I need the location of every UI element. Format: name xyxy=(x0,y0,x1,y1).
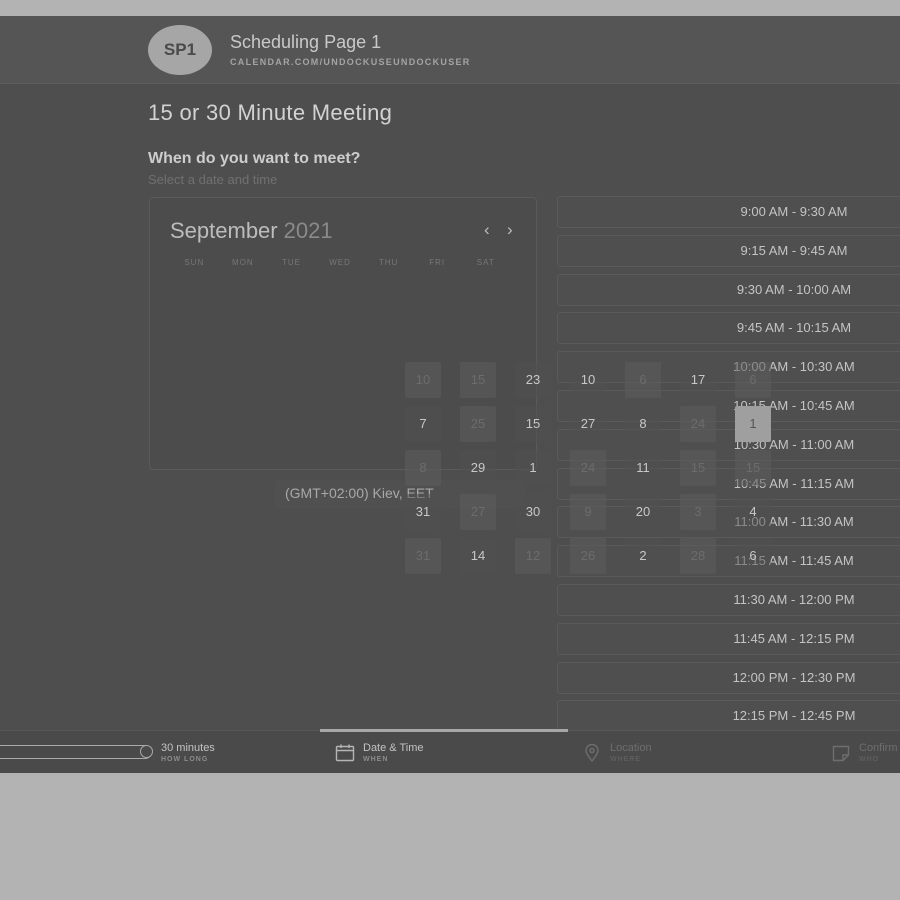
duration-slider-track[interactable] xyxy=(0,745,152,759)
calendar-day[interactable]: 28 xyxy=(680,538,716,574)
weekday-label: FRI xyxy=(429,258,446,267)
step-who[interactable]: Confirm WHO xyxy=(831,741,898,765)
step-sublabel: WHO xyxy=(859,756,880,763)
calendar-day[interactable]: 1 xyxy=(515,450,551,486)
calendar-icon xyxy=(335,744,355,762)
time-slot-button[interactable]: 12:00 PM - 12:30 PM xyxy=(557,661,900,694)
scheduling-app: SP1 Scheduling Page 1 CALENDAR.COM/UNDOC… xyxy=(0,16,900,773)
calendar-day[interactable]: 31 xyxy=(405,538,441,574)
calendar-day[interactable]: 24 xyxy=(570,450,606,486)
time-slot-button[interactable]: 9:00 AM - 9:30 AM xyxy=(557,196,900,228)
calendar-day[interactable]: 15 xyxy=(735,450,771,486)
calendar-day[interactable]: 23 xyxy=(515,362,551,398)
weekday-label: THU xyxy=(378,258,399,267)
calendar-day[interactable]: 6 xyxy=(735,362,771,398)
time-slot-button[interactable]: 9:15 AM - 9:45 AM xyxy=(557,234,900,267)
calendar-day[interactable]: 30 xyxy=(515,494,551,530)
calendar-day[interactable]: 14 xyxy=(460,538,496,574)
weekday-label: MON xyxy=(232,258,254,267)
chevron-left-icon[interactable]: ‹ xyxy=(484,220,490,240)
calendar-day[interactable]: 15 xyxy=(680,450,716,486)
calendar-day[interactable]: 11 xyxy=(625,450,661,486)
active-step-indicator xyxy=(320,729,568,732)
weekday-header: SUN MON TUE WED THU FRI SAT xyxy=(170,258,510,267)
step-label: 30 minutes xyxy=(161,742,215,754)
clock-icon[interactable] xyxy=(140,745,153,758)
calendar-day[interactable]: 3 xyxy=(680,494,716,530)
month-name: September xyxy=(170,218,278,243)
time-slot-button[interactable]: 12:15 PM - 12:45 PM xyxy=(557,700,900,733)
weekday-label: SUN xyxy=(184,258,205,267)
time-slot-button[interactable]: 9:45 AM - 10:15 AM xyxy=(557,312,900,345)
step-label: Confirm xyxy=(859,742,898,754)
calendar-day[interactable]: 25 xyxy=(460,406,496,442)
meeting-question: When do you want to meet? xyxy=(148,150,361,167)
calendar-day[interactable]: 12 xyxy=(515,538,551,574)
calendar-day[interactable]: 10 xyxy=(570,362,606,398)
step-label: Date & Time xyxy=(363,742,424,754)
step-when[interactable]: Date & Time WHEN xyxy=(335,741,424,765)
calendar-day[interactable]: 26 xyxy=(570,538,606,574)
calendar-day[interactable]: 6 xyxy=(625,362,661,398)
location-pin-icon xyxy=(585,743,599,763)
step-where[interactable]: Location WHERE xyxy=(582,741,652,765)
calendar-day[interactable]: 31 xyxy=(405,494,441,530)
calendar-day[interactable]: 6 xyxy=(735,538,771,574)
weekday-label: TUE xyxy=(281,258,301,267)
note-icon xyxy=(832,745,850,762)
step-bar: 30 minutes HOW LONG Date & Time WHEN Loc… xyxy=(0,729,900,773)
calendar-month-label: September 2021 xyxy=(170,218,333,244)
calendar-day[interactable]: 7 xyxy=(405,406,441,442)
page-header: SP1 Scheduling Page 1 CALENDAR.COM/UNDOC… xyxy=(0,16,900,84)
step-label: Location xyxy=(610,742,652,754)
calendar-day[interactable]: 8 xyxy=(625,406,661,442)
calendar-day[interactable]: 27 xyxy=(460,494,496,530)
meeting-hint: Select a date and time xyxy=(148,172,278,187)
weekday-label: WED xyxy=(329,258,351,267)
calendar-day[interactable]: 17 xyxy=(680,362,716,398)
calendar-day[interactable]: 29 xyxy=(460,450,496,486)
calendar-day[interactable]: 10 xyxy=(405,362,441,398)
time-slot-button[interactable]: 9:30 AM - 10:00 AM xyxy=(557,273,900,306)
calendar-day[interactable]: 9 xyxy=(570,494,606,530)
calendar-day[interactable]: 4 xyxy=(735,494,771,530)
calendar-day[interactable]: 24 xyxy=(680,406,716,442)
calendar-day[interactable]: 15 xyxy=(515,406,551,442)
time-slot-button[interactable]: 11:45 AM - 12:15 PM xyxy=(557,622,900,655)
step-sublabel: WHEN xyxy=(363,756,389,763)
step-sublabel: WHERE xyxy=(610,756,642,763)
calendar-day[interactable]: 15 xyxy=(460,362,496,398)
weekday-label: SAT xyxy=(476,258,495,267)
year-name: 2021 xyxy=(283,218,333,243)
step-sublabel: HOW LONG xyxy=(161,756,209,763)
calendar-day[interactable]: 2 xyxy=(625,538,661,574)
calendar-day[interactable]: 27 xyxy=(570,406,606,442)
step-how-long[interactable]: 30 minutes HOW LONG xyxy=(161,741,215,765)
calendar-day-grid: 10 15 23 10 6 17 6 7 25 15 27 8 24 1 8 29 1 24 11 15 15 31 27 3… xyxy=(405,362,775,602)
avatar: SP1 xyxy=(148,25,212,75)
calendar-day-selected[interactable]: 1 xyxy=(735,406,771,442)
chevron-right-icon[interactable]: › xyxy=(507,220,513,240)
calendar-day[interactable]: 20 xyxy=(625,494,661,530)
page-url[interactable]: CALENDAR.COM/UNDOCKUSEUNDOCKUSER xyxy=(230,57,471,67)
calendar-day[interactable]: 8 xyxy=(405,450,441,486)
page-title: Scheduling Page 1 xyxy=(230,32,382,52)
meeting-title: 15 or 30 Minute Meeting xyxy=(148,100,393,125)
